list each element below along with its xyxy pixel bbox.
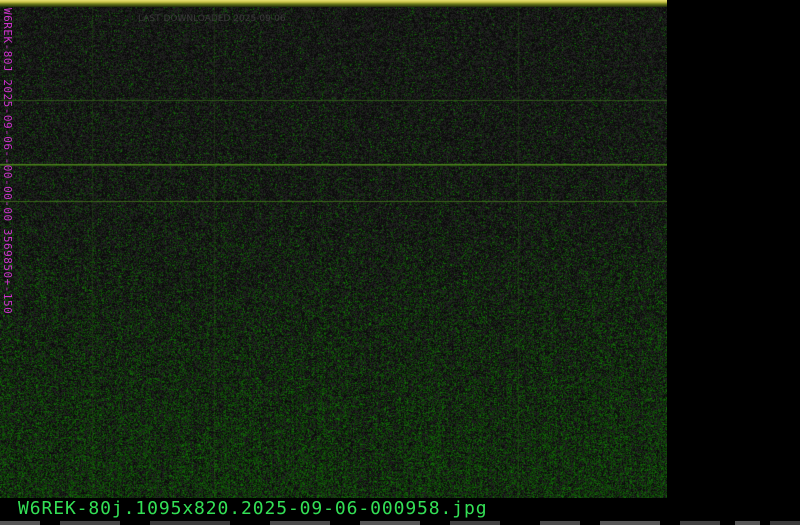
tick-segment bbox=[680, 521, 720, 525]
tick-segment bbox=[60, 521, 120, 525]
tick-segment bbox=[0, 521, 40, 525]
top-signal-band bbox=[0, 0, 667, 7]
tick-segment bbox=[770, 521, 800, 525]
filename-caption: W6REK-80j.1095x820.2025-09-06-000958.jpg bbox=[18, 498, 488, 519]
tick-segment bbox=[600, 521, 660, 525]
tick-segment bbox=[360, 521, 420, 525]
watermark-text: LAST DOWNLOADED 2025-09-06 bbox=[138, 14, 286, 24]
tick-segment bbox=[450, 521, 500, 525]
tick-segment bbox=[150, 521, 230, 525]
tick-segment bbox=[540, 521, 580, 525]
spectrogram-image bbox=[0, 0, 667, 498]
tick-segment bbox=[735, 521, 760, 525]
time-tick-strip bbox=[0, 521, 800, 525]
vertical-station-label: W6REK-80J 2025-09-06--00-00-00 3569850+-… bbox=[1, 8, 14, 315]
spectrogram-viewer: LAST DOWNLOADED 2025-09-06 W6REK-80J 202… bbox=[0, 0, 800, 525]
tick-segment bbox=[270, 521, 330, 525]
